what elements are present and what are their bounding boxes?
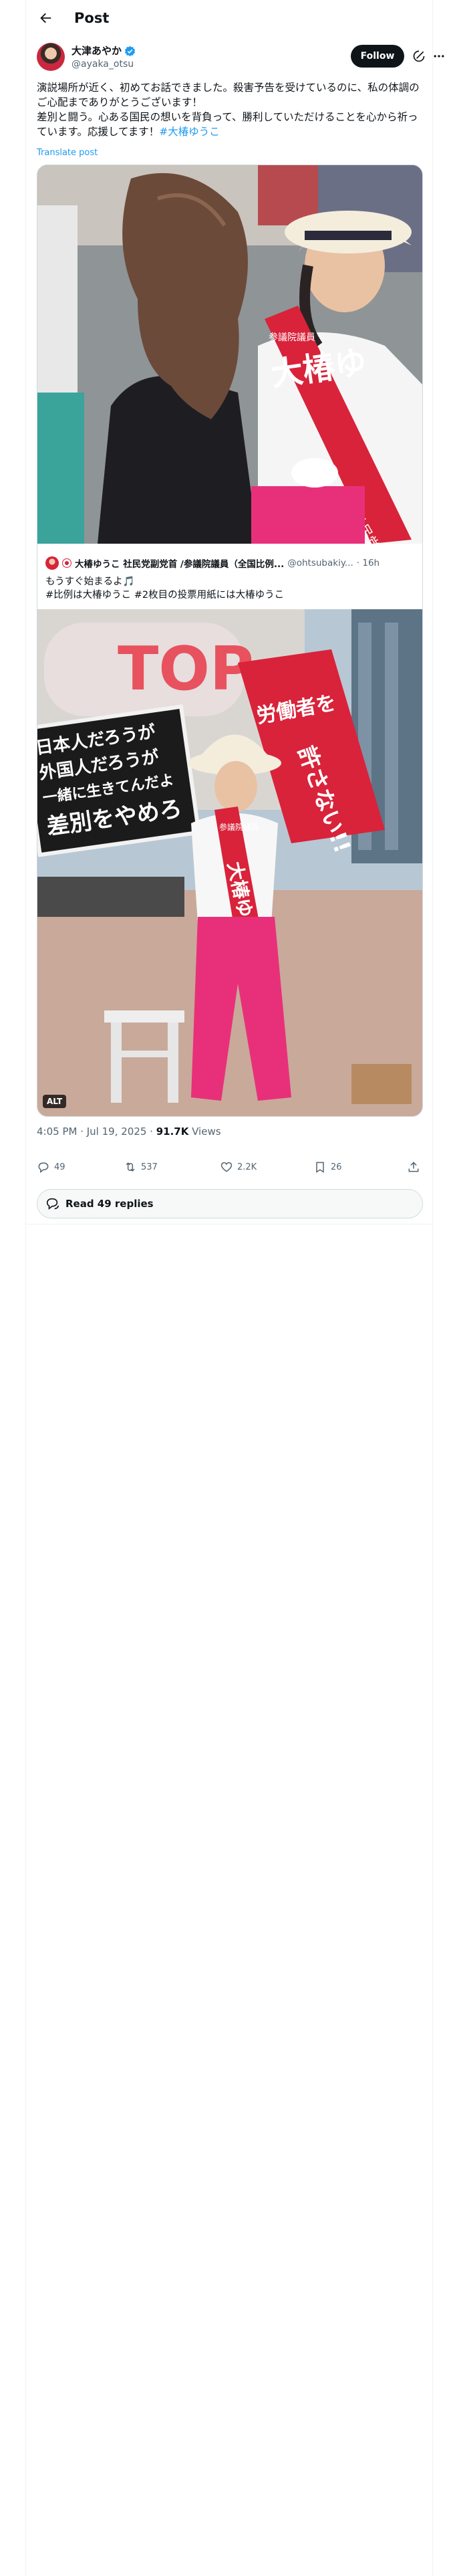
share-button[interactable] <box>407 1160 420 1174</box>
alt-badge[interactable]: ALT <box>43 1095 67 1108</box>
quoted-photo[interactable]: TOP 労働者を 許さない!! 日本人だろうが 外国人だろうが 一緒に生きてんだ… <box>37 609 422 1116</box>
replies-bubble-icon <box>46 1198 59 1210</box>
read-replies-label: Read 49 replies <box>65 1198 154 1210</box>
author-row: 大津あやか @ayaka_otsu Follow <box>37 41 444 74</box>
back-button[interactable] <box>37 9 54 27</box>
quoted-line-2[interactable]: #比例は大椿ゆうこ #2枚目の投票用紙には大椿ゆうこ <box>45 588 417 602</box>
author-name-wrap[interactable]: 大津あやか <box>71 44 136 58</box>
like-button[interactable]: 2.2K <box>220 1160 257 1174</box>
post-line-2: 差別と闘う。心ある国民の想いを背負って、勝利していただけることを心から祈っていま… <box>37 110 424 139</box>
reply-count: 49 <box>54 1162 65 1172</box>
repost-icon <box>126 1162 135 1172</box>
like-count: 2.2K <box>237 1162 257 1172</box>
more-icon <box>434 55 444 58</box>
media-card[interactable]: 参議院議員 大椿ゆ 社民党 大椿ゆうこ 社民党副党首 /参議院議員（全国比例..… <box>37 165 423 1117</box>
repost-count: 537 <box>141 1162 158 1172</box>
heart-icon <box>220 1162 233 1172</box>
sash-top-text: 参議院議員 <box>269 332 315 343</box>
post-photo[interactable]: 参議院議員 大椿ゆ 社民党 <box>37 165 422 544</box>
quoted-text: もうすぐ始まるよ🎵 #比例は大椿ゆうこ #2枚目の投票用紙には大椿ゆうこ <box>45 575 417 602</box>
author-handle[interactable]: @ayaka_otsu <box>71 58 134 71</box>
follow-button[interactable]: Follow <box>351 45 404 68</box>
photo-illustration: 参議院議員 大椿ゆ 社民党 <box>37 165 422 544</box>
storefront-text: TOP <box>118 634 254 704</box>
verified-badge-icon <box>124 45 136 56</box>
sash2-top-text: 参議院議員 <box>219 822 259 832</box>
quoted-line-1: もうすぐ始まるよ🎵 <box>45 576 135 587</box>
bookmark-button[interactable]: 26 <box>313 1160 342 1174</box>
action-bar: 49 537 2.2K 26 <box>26 1152 434 1184</box>
page-title: Post <box>74 10 110 26</box>
quoted-avatar[interactable] <box>45 556 59 570</box>
arrow-left-icon <box>40 13 51 23</box>
post-timestamp[interactable]: 4:05 PM · Jul 19, 2025 · <box>37 1125 156 1138</box>
quoted-photo-illustration: TOP 労働者を 許さない!! 日本人だろうが 外国人だろうが 一緒に生きてんだ… <box>37 609 422 1116</box>
post-column: Post 大津あやか @ayaka_otsu Follow 演説場所が近く、初め <box>25 0 444 2576</box>
bookmark-icon <box>316 1162 324 1173</box>
party-flag-icon <box>62 558 71 568</box>
hashtag-link[interactable]: #大椿ゆうこ <box>159 126 220 138</box>
bookmark-count: 26 <box>331 1162 342 1172</box>
repost-button[interactable]: 537 <box>124 1160 158 1174</box>
views-label: Views <box>188 1125 221 1138</box>
views-count: 91.7K <box>156 1125 189 1138</box>
quoted-time: · 16h <box>356 558 380 568</box>
quoted-post-header[interactable]: 大椿ゆうこ 社民党副党首 /参議院議員（全国比例... @ohtsubakiy.… <box>45 556 417 570</box>
share-icon <box>408 1162 419 1172</box>
post-line-2-text: 差別と闘う。心ある国民の想いを背負って、勝利していただけることを心から祈っていま… <box>37 111 418 138</box>
reply-button[interactable]: 49 <box>37 1160 65 1174</box>
grok-button[interactable] <box>412 49 426 63</box>
read-replies-button[interactable]: Read 49 replies <box>37 1189 423 1218</box>
translate-post-link[interactable]: Translate post <box>37 147 98 159</box>
more-button[interactable] <box>432 49 446 63</box>
post-text: 演説場所が近く、初めてお話できました。殺害予告を受けているのに、私の体調のご心配… <box>37 80 424 139</box>
reply-icon <box>38 1162 49 1174</box>
post-line-1: 演説場所が近く、初めてお話できました。殺害予告を受けているのに、私の体調のご心配… <box>37 82 420 108</box>
author-avatar[interactable] <box>37 43 65 71</box>
grok-icon <box>413 50 425 62</box>
quoted-author-name[interactable]: 大椿ゆうこ 社民党副党首 /参議院議員（全国比例... <box>75 556 284 570</box>
post-meta: 4:05 PM · Jul 19, 2025 · 91.7K Views <box>37 1123 221 1140</box>
quoted-author-handle[interactable]: @ohtsubakiy... <box>287 558 353 568</box>
author-name[interactable]: 大津あやか <box>71 44 122 58</box>
top-bar: Post <box>26 0 434 36</box>
